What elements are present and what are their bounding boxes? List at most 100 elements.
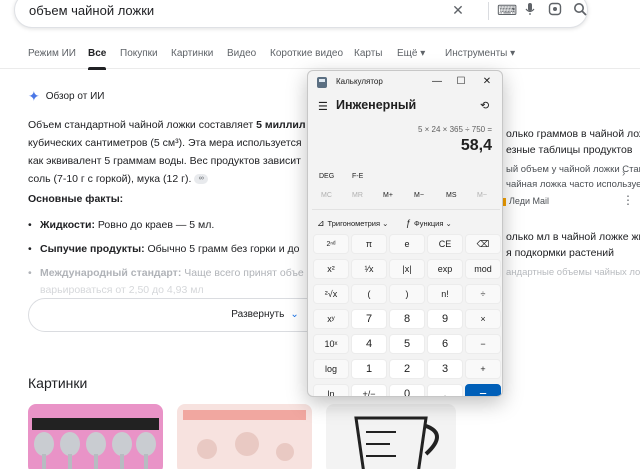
- title-bar[interactable]: Калькулятор — ☐ ✕: [308, 71, 502, 93]
- result-title[interactable]: олько граммов в чайной ложк: [506, 128, 640, 140]
- m-plus-button[interactable]: M+: [383, 192, 393, 199]
- tab-videos[interactable]: Видео: [227, 48, 256, 59]
- tab-maps[interactable]: Карты: [354, 48, 383, 59]
- result-title[interactable]: езные таблицы продуктов: [506, 144, 632, 156]
- chevron-down-icon: ⌄: [290, 309, 299, 320]
- digit-7-key[interactable]: 7: [351, 309, 387, 329]
- digit-3-key[interactable]: 3: [427, 359, 463, 379]
- equals-key[interactable]: =: [465, 384, 501, 396]
- minus-key[interactable]: −: [465, 334, 501, 354]
- result-source: Леди Mail: [500, 196, 549, 206]
- e-key[interactable]: e: [389, 234, 425, 254]
- digit-5-key[interactable]: 5: [389, 334, 425, 354]
- trigonometry-dropdown[interactable]: ⊿ Тригонометрия ⌄: [317, 218, 388, 229]
- trig-icon: ⊿: [317, 218, 325, 228]
- fact-item: • Сыпучие продукты: Обычно 5 грамм без го…: [28, 243, 300, 255]
- digit-9-key[interactable]: 9: [427, 309, 463, 329]
- history-icon[interactable]: ⟲: [480, 99, 489, 112]
- result-title[interactable]: я подкормки растений: [506, 247, 614, 259]
- tab-all[interactable]: Все: [88, 48, 107, 70]
- result-title[interactable]: олько мл в чайной ложке жи: [506, 231, 640, 243]
- fact-item: • Международный стандарт: Чаще всего прин…: [28, 267, 304, 279]
- fact-item: • Жидкости: Ровно до краев — 5 мл.: [28, 219, 215, 231]
- ln-key[interactable]: ln: [313, 384, 349, 396]
- more-options-icon[interactable]: ⋮: [622, 193, 634, 207]
- digit-1-key[interactable]: 1: [351, 359, 387, 379]
- calculator-app-icon: [317, 77, 327, 88]
- pi-key[interactable]: π: [351, 234, 387, 254]
- backspace-key[interactable]: ⌫: [465, 234, 501, 254]
- function-dropdown[interactable]: ƒ Функция ⌄: [406, 218, 452, 228]
- image-thumbnail[interactable]: [326, 404, 456, 469]
- multiply-key[interactable]: ×: [465, 309, 501, 329]
- ms-button[interactable]: MS: [446, 192, 457, 199]
- menu-icon[interactable]: ☰: [318, 100, 328, 113]
- search-box[interactable]: объем чайной ложки ✕ ⌨: [14, 0, 588, 28]
- m-list-button[interactable]: M~: [477, 192, 487, 199]
- digit-4-key[interactable]: 4: [351, 334, 387, 354]
- divide-key[interactable]: ÷: [465, 284, 501, 304]
- abs-key[interactable]: |x|: [389, 259, 425, 279]
- tab-tools[interactable]: Инструменты ▾: [445, 48, 515, 59]
- digit-2-key[interactable]: 2: [389, 359, 425, 379]
- minimize-icon[interactable]: —: [424, 74, 450, 90]
- log-key[interactable]: log: [313, 359, 349, 379]
- ai-overview-header: ✦ Обзор от ИИ: [28, 89, 105, 103]
- ten-power-key[interactable]: 10ˣ: [313, 334, 349, 354]
- chevron-right-icon[interactable]: ›: [622, 168, 625, 179]
- chevron-down-icon: ⌄: [382, 219, 389, 228]
- tab-more[interactable]: Ещё ▾: [397, 48, 425, 59]
- expression: 5 × 24 × 365 ÷ 750 =: [417, 125, 492, 134]
- digit-8-key[interactable]: 8: [389, 309, 425, 329]
- power-key[interactable]: xʸ: [313, 309, 349, 329]
- dropdown-icon: ▾: [510, 48, 516, 59]
- ce-key[interactable]: CE: [427, 234, 463, 254]
- open-paren-key[interactable]: (: [351, 284, 387, 304]
- result-snippet: чайная ложка часто используется в: [506, 179, 640, 190]
- search-icon[interactable]: [572, 2, 588, 18]
- tab-ai-mode[interactable]: Режим ИИ: [28, 48, 76, 59]
- reciprocal-key[interactable]: ¹⁄x: [351, 259, 387, 279]
- image-thumbnail[interactable]: [28, 404, 163, 469]
- tab-images[interactable]: Картинки: [171, 48, 213, 59]
- tab-shopping[interactable]: Покупки: [120, 48, 158, 59]
- deg-button[interactable]: DEG: [319, 173, 334, 180]
- second-key[interactable]: 2ⁿᵈ: [313, 234, 349, 254]
- calculator-mode: Инженерный: [336, 98, 417, 112]
- close-paren-key[interactable]: ): [389, 284, 425, 304]
- sqrt-key[interactable]: ²√x: [313, 284, 349, 304]
- search-input[interactable]: объем чайной ложки: [29, 3, 154, 18]
- mc-button[interactable]: MC: [321, 192, 332, 199]
- negate-key[interactable]: +/−: [351, 384, 387, 396]
- ai-overview-title: Обзор от ИИ: [45, 90, 105, 102]
- mr-button[interactable]: MR: [352, 192, 363, 199]
- lens-icon[interactable]: [547, 2, 563, 18]
- digit-0-key[interactable]: 0: [389, 384, 425, 396]
- mod-key[interactable]: mod: [465, 259, 501, 279]
- maximize-icon[interactable]: ☐: [448, 74, 474, 90]
- mic-icon[interactable]: [522, 2, 538, 18]
- m-minus-button[interactable]: M−: [414, 192, 424, 199]
- image-thumbnail[interactable]: [177, 404, 312, 469]
- keyboard-icon[interactable]: ⌨: [497, 2, 517, 18]
- link-icon[interactable]: ∞: [194, 174, 209, 185]
- divider: [488, 2, 489, 20]
- fact-item-faded: варьироваться от 2,50 до 4,93 мл: [40, 284, 204, 296]
- close-icon[interactable]: ✕: [474, 74, 500, 90]
- window-title: Калькулятор: [336, 77, 383, 86]
- digit-6-key[interactable]: 6: [427, 334, 463, 354]
- dropdown-icon: ▾: [420, 48, 426, 59]
- factorial-key[interactable]: n!: [427, 284, 463, 304]
- clear-icon[interactable]: ✕: [450, 2, 466, 18]
- tab-short-videos[interactable]: Короткие видео: [270, 48, 343, 59]
- square-key[interactable]: x²: [313, 259, 349, 279]
- calculator-window: Калькулятор — ☐ ✕ ☰ Инженерный ⟲ 5 × 24 …: [307, 70, 503, 397]
- decimal-key[interactable]: ,: [427, 384, 463, 396]
- divider: [312, 209, 500, 210]
- chevron-down-icon: ⌄: [445, 219, 452, 228]
- fe-button[interactable]: F-E: [352, 173, 363, 180]
- plus-key[interactable]: +: [465, 359, 501, 379]
- function-icon: ƒ: [406, 218, 412, 228]
- images-section-title: Картинки: [28, 375, 88, 391]
- exp-key[interactable]: exp: [427, 259, 463, 279]
